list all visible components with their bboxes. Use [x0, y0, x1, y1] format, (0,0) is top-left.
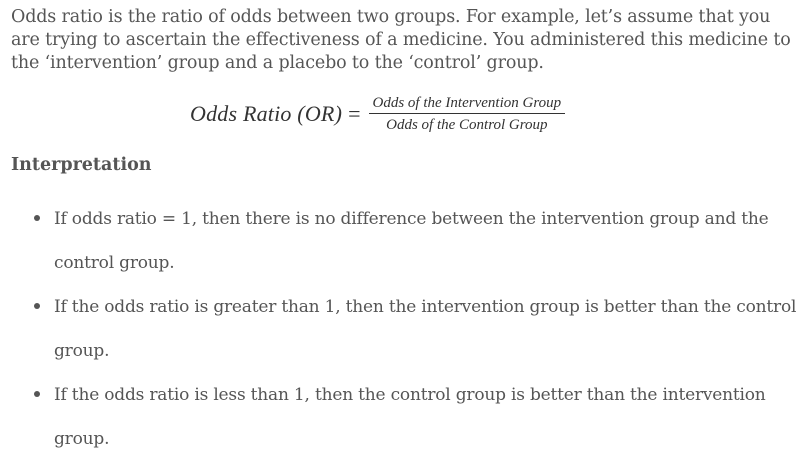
odds-ratio-formula: Odds Ratio (OR) = Odds of the Interventi…	[190, 92, 566, 136]
bullet-icon	[34, 303, 40, 309]
formula-lhs: Odds Ratio (OR)	[190, 101, 343, 126]
section-heading-interpretation: Interpretation	[11, 155, 152, 175]
formula-numerator: Odds of the Intervention Group	[368, 94, 566, 114]
intro-paragraph: Odds ratio is the ratio of odds between …	[11, 7, 791, 73]
interpretation-list: If odds ratio = 1, then there is no diff…	[0, 197, 808, 461]
formula-fraction: Odds of the Intervention Group Odds of t…	[368, 94, 566, 135]
list-item-text: If the odds ratio is greater than 1, the…	[54, 297, 797, 361]
bullet-icon	[34, 391, 40, 397]
list-item: If the odds ratio is greater than 1, the…	[0, 285, 808, 373]
formula-equals-sign: =	[348, 101, 361, 126]
list-item: If odds ratio = 1, then there is no diff…	[0, 197, 808, 285]
bullet-icon	[34, 215, 40, 221]
list-item: If the odds ratio is less than 1, then t…	[0, 373, 808, 461]
list-item-text: If odds ratio = 1, then there is no diff…	[54, 209, 769, 273]
formula-denominator: Odds of the Control Group	[386, 116, 548, 133]
list-item-text: If the odds ratio is less than 1, then t…	[54, 385, 766, 449]
